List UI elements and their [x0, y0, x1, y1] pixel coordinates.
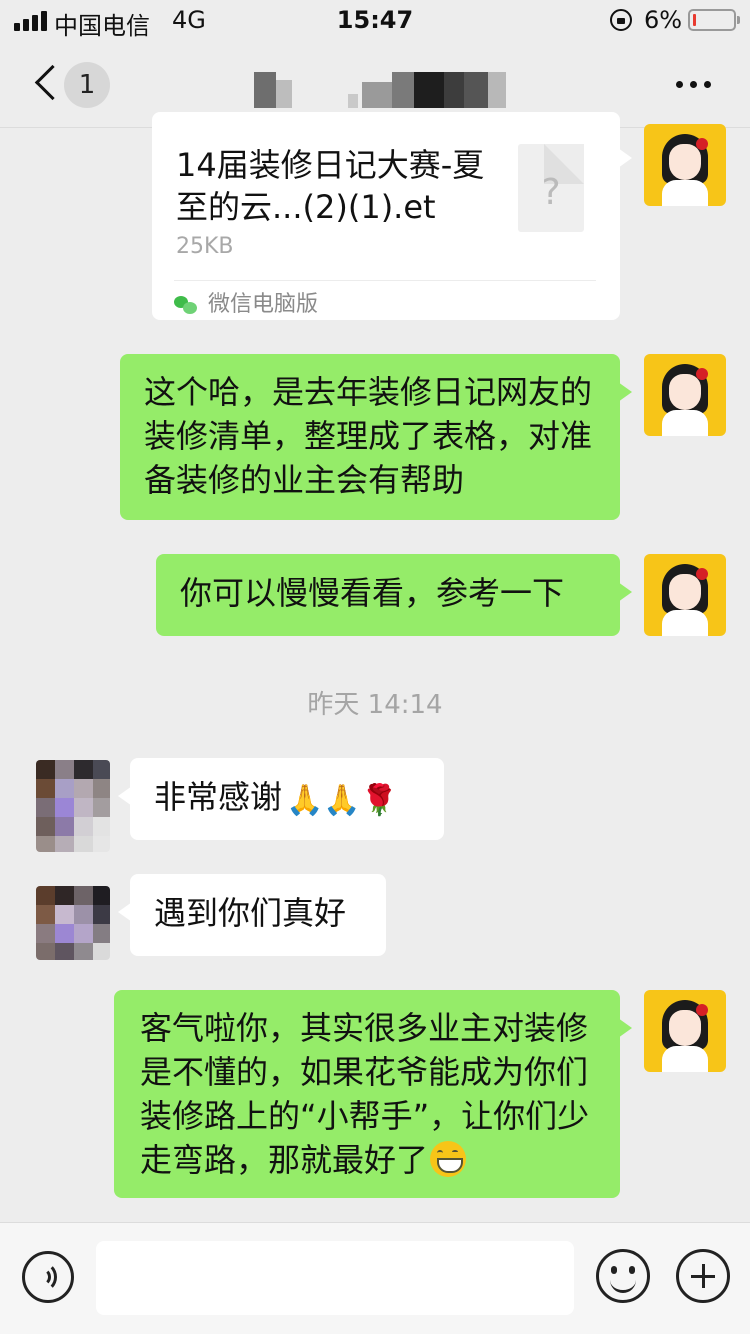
message-timestamp: 昨天 14:14 [307, 690, 443, 720]
file-size: 25KB [176, 234, 234, 259]
message-bubble-self[interactable]: 客气啦你，其实很多业主对装修是不懂的，如果花爷能成为你们装修路上的“小帮手”，让… [114, 990, 632, 1198]
divider [174, 280, 596, 281]
avatar-self[interactable] [644, 124, 726, 206]
avatar-self[interactable] [644, 990, 726, 1072]
pray-rose-emojis: 🙏🙏🌹 [286, 783, 399, 818]
message-bubble-contact[interactable]: 非常感谢 🙏🙏🌹 [118, 758, 444, 840]
avatar-contact[interactable] [36, 886, 110, 960]
file-name: 14届装修日记大赛-夏至的云...(2)(1).et [176, 146, 485, 226]
file-source-label: 微信电脑版 [208, 292, 319, 317]
chat-input-bar [0, 1222, 750, 1334]
rotation-lock-icon [610, 9, 632, 31]
emoji-button[interactable] [596, 1249, 650, 1303]
message-bubble-self[interactable]: 你可以慢慢看看，参考一下 [156, 554, 632, 636]
more-actions-button[interactable] [676, 1249, 730, 1303]
message-bubble-contact[interactable]: 遇到你们真好 [118, 874, 386, 956]
battery-percent: 6% [644, 6, 683, 34]
message-text: 非常感谢 [154, 778, 283, 816]
file-message-card[interactable]: 14届装修日记大赛-夏至的云...(2)(1).et 25KB ? 微信电脑版 [152, 112, 632, 320]
avatar-contact[interactable] [36, 760, 110, 852]
chat-title-pixelated [254, 72, 508, 112]
avatar-self[interactable] [644, 554, 726, 636]
message-bubble-self[interactable]: 这个哈，是去年装修日记网友的装修清单，整理成了表格，对准备装修的业主会有帮助 [120, 354, 632, 520]
message-text: 这个哈，是去年装修日记网友的装修清单，整理成了表格，对准备装修的业主会有帮助 [144, 373, 593, 499]
voice-input-button[interactable] [22, 1251, 74, 1303]
avatar-self[interactable] [644, 354, 726, 436]
wechat-icon [174, 294, 198, 316]
battery-level [693, 14, 696, 26]
more-options-button[interactable] [672, 78, 716, 90]
unknown-file-icon: ? [518, 144, 584, 232]
clock: 15:47 [336, 6, 414, 34]
status-bar: 中国电信 4G 15:47 6% [0, 0, 750, 40]
back-button[interactable] [28, 64, 68, 104]
message-text: 遇到你们真好 [154, 894, 347, 932]
battery-icon [688, 9, 740, 31]
unread-count-badge[interactable]: 1 [64, 62, 110, 108]
message-text: 客气啦你，其实很多业主对装修是不懂的，如果花爷能成为你们装修路上的“小帮手”，让… [140, 1009, 590, 1179]
message-text: 你可以慢慢看看，参考一下 [180, 574, 565, 612]
grin-emoji [430, 1141, 467, 1177]
message-input[interactable] [96, 1241, 574, 1315]
